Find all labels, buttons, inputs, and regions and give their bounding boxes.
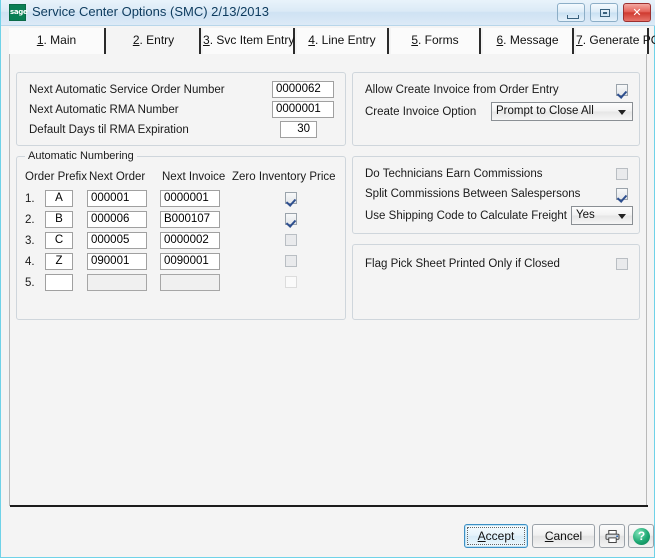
maximize-icon [599,9,610,17]
allow-create-invoice-checkbox[interactable] [616,84,628,96]
zero-inventory-price-checkbox-2[interactable] [285,213,297,225]
maximize-button[interactable] [589,3,618,22]
row-number-2: 2. [25,214,35,226]
tab-message-label: . Message [503,33,559,47]
next-rma-number-input[interactable]: 0000001 [272,101,334,118]
column-header-next-order: Next Order [89,171,146,183]
cancel-button[interactable]: Cancel [532,524,595,548]
chevron-down-icon [618,214,626,219]
tab-forms-accel: 5 [411,33,418,47]
next-invoice-input-1[interactable]: 0000001 [160,190,220,207]
tab-generate-po-accel: 7 [576,33,583,47]
zero-inventory-price-checkbox-4[interactable] [285,255,297,267]
order-prefix-input-1[interactable]: A [45,190,73,207]
minimize-icon [566,15,579,19]
sage-logo-icon: sage [9,4,28,21]
shipping-code-freight-dropdown[interactable]: Yes [571,206,633,225]
row-number-3: 3. [25,235,35,247]
tab-entry[interactable]: 2. Entry [108,28,201,54]
tab-main-accel: 1 [36,33,44,47]
tab-main-label: . Main [43,33,77,47]
automatic-numbering-title: Automatic Numbering [25,150,137,162]
window-title: Service Center Options (SMC) 2/13/2013 [32,4,269,19]
next-order-input-3[interactable]: 000005 [87,232,147,249]
cancel-button-label: ancel [553,529,583,543]
next-order-input-2[interactable]: 000006 [87,211,147,228]
next-invoice-input-4[interactable]: 0090001 [160,253,220,270]
shipping-code-freight-label: Use Shipping Code to Calculate Freight [365,210,568,222]
help-button[interactable]: ? [628,524,654,548]
close-button[interactable]: ✕ [623,3,651,22]
tab-content-panel: Next Automatic Service Order Number Next… [9,54,647,506]
row-number-4: 4. [25,256,35,268]
order-prefix-input-5[interactable] [45,274,73,291]
tab-forms[interactable]: 5. Forms [391,28,481,54]
next-order-input-5[interactable] [87,274,147,291]
minimize-button[interactable] [556,3,585,22]
focus-outline [467,527,525,545]
window-controls: ✕ [555,3,651,23]
invoice-options-group: Allow Create Invoice from Order Entry Cr… [352,72,640,146]
default-days-rma-expiration-input[interactable]: 30 [280,121,317,138]
help-icon: ? [633,528,650,545]
zero-inventory-price-checkbox-1[interactable] [285,192,297,204]
next-service-order-number-input[interactable]: 0000062 [272,81,334,98]
order-prefix-input-2[interactable]: B [45,211,73,228]
pick-sheet-group: Flag Pick Sheet Printed Only if Closed [352,244,640,320]
tab-line-entry-accel: 4 [308,33,315,47]
close-icon: ✕ [632,6,642,19]
next-order-input-4[interactable]: 090001 [87,253,147,270]
split-commissions-label: Split Commissions Between Salespersons [365,188,581,200]
title-bar: sage Service Center Options (SMC) 2/13/2… [1,0,655,26]
zero-inventory-price-checkbox-5[interactable] [285,276,297,288]
order-prefix-input-3[interactable]: C [45,232,73,249]
column-header-zero-inventory-price: Zero Inventory Price [232,171,336,183]
tab-line-entry[interactable]: 4. Line Entry [297,28,389,54]
row-number-5: 5. [25,277,35,289]
allow-create-invoice-label: Allow Create Invoice from Order Entry [365,84,559,96]
next-order-input-1[interactable]: 000001 [87,190,147,207]
split-commissions-checkbox[interactable] [616,188,628,200]
create-invoice-option-dropdown[interactable]: Prompt to Close All [491,102,633,121]
create-invoice-option-label: Create Invoice Option [365,106,477,118]
next-invoice-input-2[interactable]: B000107 [160,211,220,228]
tab-generate-po[interactable]: 7. Generate PO [576,28,655,54]
tab-generate-po-label: . Generate PO [582,33,655,47]
next-invoice-input-3[interactable]: 0000002 [160,232,220,249]
next-rma-number-label: Next Automatic RMA Number [29,104,179,116]
tab-entry-label: . Entry [139,33,175,47]
row-number-1: 1. [25,193,35,205]
column-header-next-invoice: Next Invoice [162,171,226,183]
accept-button[interactable]: Accept [464,524,528,548]
tab-main[interactable]: 1. Main [9,28,106,54]
default-days-rma-expiration-label: Default Days til RMA Expiration [29,124,189,136]
flag-pick-sheet-checkbox[interactable] [616,258,628,270]
print-button[interactable] [599,524,625,548]
flag-pick-sheet-label: Flag Pick Sheet Printed Only if Closed [365,258,560,270]
tab-svc-item-entry-label: . Svc Item Entry [209,33,295,47]
next-invoice-input-5[interactable] [160,274,220,291]
zero-inventory-price-checkbox-3[interactable] [285,234,297,246]
order-prefix-input-4[interactable]: Z [45,253,73,270]
tab-entry-accel: 2 [132,33,140,47]
create-invoice-option-value: Prompt to Close All [496,105,594,117]
commissions-group: Do Technicians Earn Commissions Split Co… [352,156,640,234]
numbering-defaults-group: Next Automatic Service Order Number Next… [16,72,346,146]
footer-separator [10,505,648,507]
tab-svc-item-entry-accel: 3 [203,33,210,47]
tab-message[interactable]: 6. Message [483,28,574,54]
tab-line-entry-label: . Line Entry [314,33,376,47]
tab-forms-label: . Forms [418,33,459,47]
technicians-commissions-label: Do Technicians Earn Commissions [365,168,543,180]
column-header-order-prefix: Order Prefix [25,171,87,183]
shipping-code-freight-value: Yes [576,209,595,221]
tab-svc-item-entry[interactable]: 3. Svc Item Entry [203,28,295,54]
automatic-numbering-group: Automatic Numbering Order Prefix Next Or… [16,150,346,320]
application-window: sage Service Center Options (SMC) 2/13/2… [0,0,655,558]
tab-strip: 1. Main 2. Entry 3. Svc Item Entry 4. Li… [9,28,655,54]
printer-icon [605,530,620,543]
next-service-order-number-label: Next Automatic Service Order Number [29,84,225,96]
technicians-commissions-checkbox[interactable] [616,168,628,180]
chevron-down-icon [618,110,626,115]
